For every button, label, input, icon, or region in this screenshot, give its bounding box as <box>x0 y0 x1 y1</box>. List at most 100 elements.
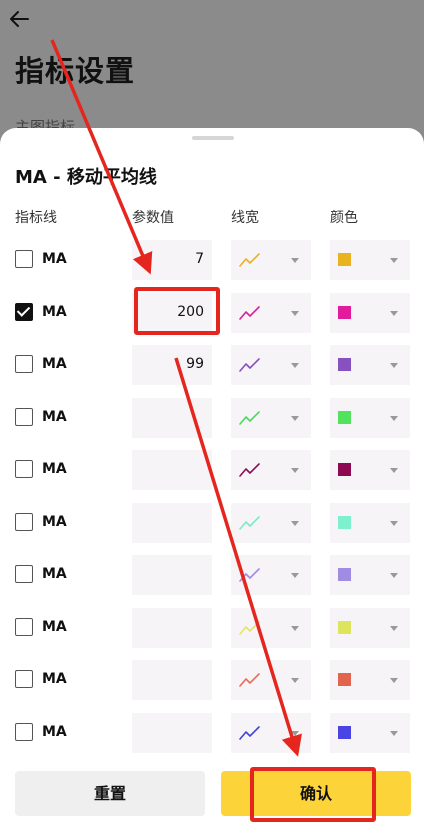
color-dropdown[interactable] <box>330 345 410 385</box>
line-width-dropdown[interactable] <box>231 398 311 438</box>
line-width-icon <box>239 358 260 372</box>
color-swatch <box>338 621 351 634</box>
row-label: MA <box>42 566 67 582</box>
caret-down-icon <box>291 731 299 736</box>
line-width-dropdown[interactable] <box>231 293 311 333</box>
color-swatch <box>338 253 351 266</box>
row-label: MA <box>42 619 67 635</box>
color-dropdown[interactable] <box>330 240 410 280</box>
line-width-dropdown[interactable] <box>231 608 311 648</box>
caret-down-icon <box>390 521 398 526</box>
caret-down-icon <box>291 521 299 526</box>
line-width-icon <box>239 726 260 740</box>
highlight-confirm-box <box>250 767 376 822</box>
caret-down-icon <box>390 626 398 631</box>
caret-down-icon <box>390 311 398 316</box>
arrow-left-icon[interactable] <box>8 8 30 30</box>
indicator-row: MA <box>0 608 424 648</box>
line-width-dropdown[interactable] <box>231 240 311 280</box>
caret-down-icon <box>291 311 299 316</box>
row-checkbox[interactable] <box>15 565 33 583</box>
color-swatch <box>338 306 351 319</box>
column-header-param: 参数值 <box>132 210 174 226</box>
color-swatch <box>338 568 351 581</box>
indicator-row: MA <box>0 713 424 753</box>
caret-down-icon <box>291 416 299 421</box>
row-checkbox[interactable] <box>15 460 33 478</box>
color-swatch <box>338 516 351 529</box>
line-width-icon <box>239 516 260 530</box>
caret-down-icon <box>291 573 299 578</box>
indicator-settings-sheet: MA - 移动平均线 指标线 参数值 线宽 颜色 MA 7 MA 200 MA 99 MA M… <box>0 128 424 822</box>
caret-down-icon <box>291 678 299 683</box>
caret-down-icon <box>291 363 299 368</box>
param-value-input[interactable] <box>132 450 212 490</box>
row-label: MA <box>42 409 67 425</box>
param-value-input[interactable] <box>132 608 212 648</box>
row-label: MA <box>42 461 67 477</box>
caret-down-icon <box>390 573 398 578</box>
row-label: MA <box>42 671 67 687</box>
indicator-row: MA <box>0 503 424 543</box>
caret-down-icon <box>291 626 299 631</box>
row-checkbox[interactable] <box>15 670 33 688</box>
row-checkbox[interactable] <box>15 513 33 531</box>
row-checkbox[interactable] <box>15 303 33 321</box>
caret-down-icon <box>390 416 398 421</box>
caret-down-icon <box>390 258 398 263</box>
indicator-row: MA <box>0 398 424 438</box>
row-checkbox[interactable] <box>15 250 33 268</box>
row-checkbox[interactable] <box>15 408 33 426</box>
color-swatch <box>338 463 351 476</box>
reset-button[interactable]: 重置 <box>15 771 205 816</box>
line-width-dropdown[interactable] <box>231 450 311 490</box>
param-value-input[interactable] <box>132 555 212 595</box>
color-dropdown[interactable] <box>330 608 410 648</box>
row-label: MA <box>42 514 67 530</box>
param-value-input[interactable]: 99 <box>132 345 212 385</box>
line-width-icon <box>239 253 260 267</box>
sheet-title: MA - 移动平均线 <box>15 167 157 188</box>
color-swatch <box>338 411 351 424</box>
color-dropdown[interactable] <box>330 713 410 753</box>
color-dropdown[interactable] <box>330 503 410 543</box>
row-checkbox[interactable] <box>15 355 33 373</box>
line-width-icon <box>239 568 260 582</box>
caret-down-icon <box>390 678 398 683</box>
color-dropdown[interactable] <box>330 293 410 333</box>
color-swatch <box>338 673 351 686</box>
color-dropdown[interactable] <box>330 555 410 595</box>
indicator-row: MA <box>0 555 424 595</box>
param-value-input[interactable] <box>132 398 212 438</box>
param-value-input[interactable]: 7 <box>132 240 212 280</box>
param-value-input[interactable] <box>132 503 212 543</box>
highlight-param-box <box>134 287 220 335</box>
column-header-line: 指标线 <box>15 210 57 226</box>
color-dropdown[interactable] <box>330 450 410 490</box>
row-checkbox[interactable] <box>15 723 33 741</box>
line-width-dropdown[interactable] <box>231 713 311 753</box>
column-header-color: 颜色 <box>330 210 358 226</box>
caret-down-icon <box>390 363 398 368</box>
param-value-input[interactable] <box>132 660 212 700</box>
caret-down-icon <box>291 468 299 473</box>
page-title: 指标设置 <box>15 54 136 88</box>
color-dropdown[interactable] <box>330 398 410 438</box>
line-width-dropdown[interactable] <box>231 345 311 385</box>
row-checkbox[interactable] <box>15 618 33 636</box>
indicator-row: MA <box>0 450 424 490</box>
row-label: MA <box>42 251 67 267</box>
line-width-icon <box>239 463 260 477</box>
row-label: MA <box>42 304 67 320</box>
indicator-row: MA 99 <box>0 345 424 385</box>
indicator-row: MA <box>0 660 424 700</box>
line-width-icon <box>239 621 260 635</box>
color-dropdown[interactable] <box>330 660 410 700</box>
line-width-dropdown[interactable] <box>231 503 311 543</box>
line-width-icon <box>239 673 260 687</box>
line-width-dropdown[interactable] <box>231 555 311 595</box>
line-width-dropdown[interactable] <box>231 660 311 700</box>
param-value-input[interactable] <box>132 713 212 753</box>
drag-handle[interactable] <box>192 136 234 140</box>
indicator-row: MA 7 <box>0 240 424 280</box>
